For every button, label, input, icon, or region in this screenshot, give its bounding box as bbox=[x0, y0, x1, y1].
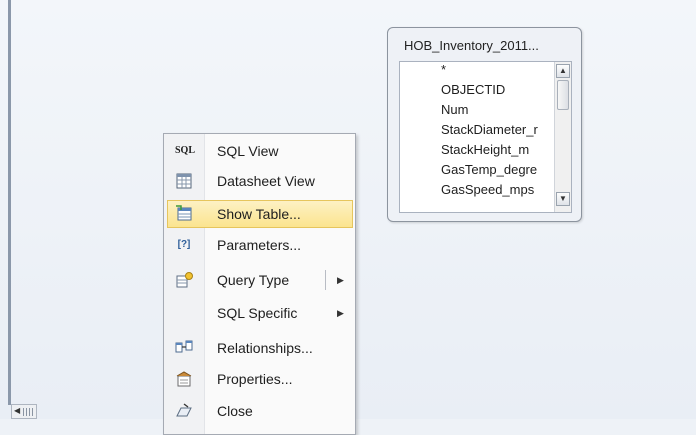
menu-item-datasheet-view[interactable]: Datasheet View bbox=[167, 167, 353, 195]
table-title[interactable]: HOB_Inventory_2011... bbox=[404, 38, 539, 53]
scroll-down-icon[interactable]: ▼ bbox=[556, 192, 570, 206]
scroll-up-icon[interactable]: ▲ bbox=[556, 64, 570, 78]
menu-item-label: Relationships... bbox=[217, 340, 313, 356]
field-list[interactable]: * OBJECTID Num StackDiameter_r StackHeig… bbox=[399, 61, 572, 213]
menu-item-label: Properties... bbox=[217, 371, 293, 387]
menu-item-label: Datasheet View bbox=[217, 173, 315, 189]
field-item-stackheight[interactable]: StackHeight_m bbox=[441, 140, 529, 160]
sql-icon: SQL bbox=[175, 145, 196, 156]
menu-item-label: SQL View bbox=[217, 143, 279, 159]
menu-item-show-table[interactable]: Show Table... bbox=[167, 200, 353, 228]
menu-item-parameters[interactable]: [?] Parameters... bbox=[167, 231, 353, 259]
menu-item-label: Close bbox=[217, 403, 253, 419]
table-field-list[interactable]: HOB_Inventory_2011... * OBJECTID Num Sta… bbox=[387, 27, 582, 222]
menu-item-relationships[interactable]: Relationships... bbox=[167, 334, 353, 362]
menu-item-label: SQL Specific bbox=[217, 305, 298, 321]
field-item-num[interactable]: Num bbox=[441, 100, 468, 120]
menu-item-sql-view[interactable]: SQL SQL View bbox=[167, 137, 353, 165]
parameters-icon: [?] bbox=[177, 239, 191, 250]
submenu-divider bbox=[325, 270, 326, 290]
field-item-stackdiameter[interactable]: StackDiameter_r bbox=[441, 120, 538, 140]
submenu-arrow-icon: ▶ bbox=[337, 275, 344, 285]
menu-item-label: Query Type bbox=[217, 272, 290, 288]
scroll-grip-icon[interactable] bbox=[23, 408, 33, 416]
field-item-objectid[interactable]: OBJECTID bbox=[441, 80, 505, 100]
menu-item-query-type[interactable]: Query Type ▶ bbox=[167, 266, 353, 294]
field-item-gasspeed[interactable]: GasSpeed_mps bbox=[441, 180, 534, 200]
design-grid-border bbox=[8, 0, 11, 405]
field-item-gastemp[interactable]: GasTemp_degre bbox=[441, 160, 537, 180]
horizontal-scrollbar[interactable]: ◀ bbox=[11, 404, 37, 419]
menu-item-close[interactable]: Close bbox=[167, 397, 353, 425]
field-list-scrollbar[interactable]: ▲ ▼ bbox=[554, 62, 571, 212]
menu-item-label: Show Table... bbox=[217, 206, 301, 222]
menu-item-properties[interactable]: Properties... bbox=[167, 365, 353, 393]
field-item-all[interactable]: * bbox=[441, 62, 446, 80]
menu-item-sql-specific[interactable]: SQL Specific ▶ bbox=[167, 299, 353, 327]
context-menu: SQL SQL View Datasheet View Show Table..… bbox=[163, 133, 356, 435]
submenu-arrow-icon: ▶ bbox=[337, 308, 344, 318]
scroll-thumb[interactable] bbox=[557, 80, 569, 110]
scroll-left-icon[interactable]: ◀ bbox=[14, 406, 20, 415]
menu-item-label: Parameters... bbox=[217, 237, 302, 253]
